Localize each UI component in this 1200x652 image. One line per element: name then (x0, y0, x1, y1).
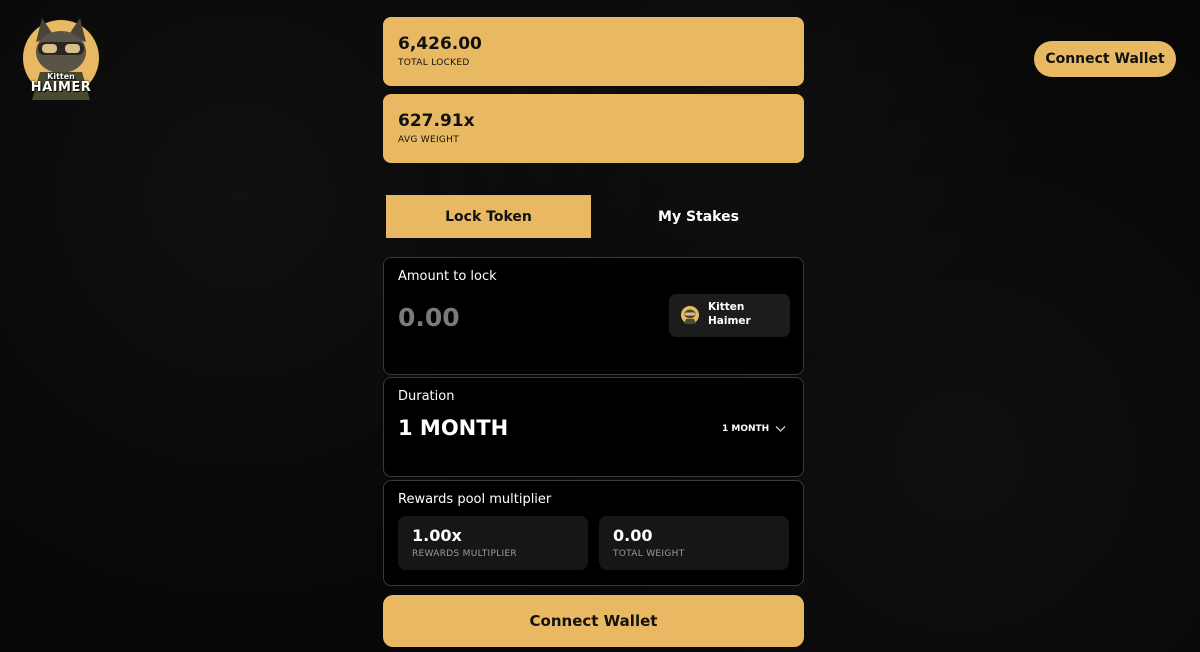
rewards-multiplier-card: 1.00x REWARDS MULTIPLIER (398, 516, 588, 570)
token-name: Kitten Haimer (708, 300, 778, 328)
duration-title: Duration (398, 389, 455, 404)
amount-panel: Amount to lock Kitten Haimer (383, 257, 804, 375)
amount-title: Amount to lock (398, 269, 497, 284)
header-connect-wallet-button[interactable]: Connect Wallet (1034, 41, 1176, 77)
duration-selected-option: 1 MONTH (722, 424, 770, 434)
rewards-multiplier-value: 1.00x (412, 526, 462, 545)
avg-weight-card: 627.91x AVG WEIGHT (383, 94, 804, 163)
token-name-line2: Haimer (708, 315, 751, 327)
tab-lock-token[interactable]: Lock Token (386, 195, 591, 238)
avg-weight-value: 627.91x (398, 111, 475, 131)
kitten-haimer-token-icon (681, 306, 699, 324)
amount-input[interactable] (398, 300, 638, 334)
avg-weight-label: AVG WEIGHT (398, 135, 460, 145)
total-locked-card: 6,426.00 TOTAL LOCKED (383, 17, 804, 86)
duration-panel: Duration 1 MONTH 1 MONTH (383, 377, 804, 477)
connect-wallet-button[interactable]: Connect Wallet (383, 595, 804, 647)
total-locked-value: 6,426.00 (398, 34, 482, 54)
total-weight-card: 0.00 TOTAL WEIGHT (599, 516, 789, 570)
rewards-panel: Rewards pool multiplier 1.00x REWARDS MU… (383, 480, 804, 586)
duration-dropdown[interactable]: 1 MONTH (722, 424, 786, 434)
total-locked-label: TOTAL LOCKED (398, 58, 470, 68)
token-selector[interactable]: Kitten Haimer (669, 294, 790, 337)
rewards-title: Rewards pool multiplier (398, 492, 552, 507)
duration-value: 1 MONTH (398, 416, 509, 440)
chevron-down-icon (775, 426, 786, 432)
brand-logo[interactable]: Kitten HAIMER (22, 14, 100, 102)
total-weight-value: 0.00 (613, 526, 653, 545)
rewards-multiplier-label: REWARDS MULTIPLIER (412, 549, 517, 559)
tab-my-stakes[interactable]: My Stakes (596, 195, 801, 238)
logo-text-line2: HAIMER (30, 80, 92, 95)
token-name-line1: Kitten (708, 301, 745, 313)
total-weight-label: TOTAL WEIGHT (613, 549, 685, 559)
